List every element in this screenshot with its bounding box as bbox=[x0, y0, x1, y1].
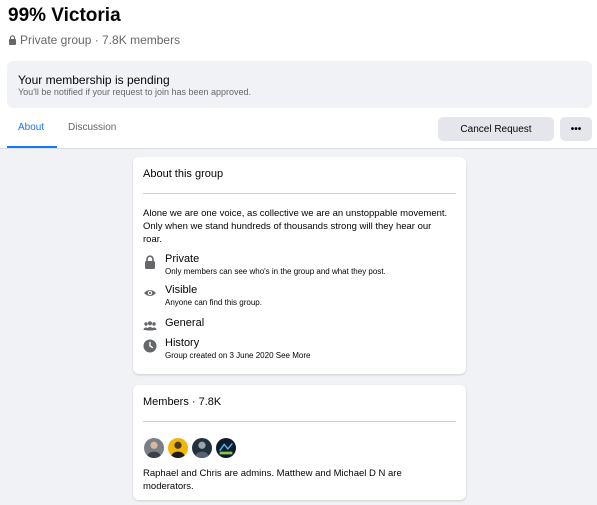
about-title: About this group bbox=[143, 168, 224, 180]
about-item-title: History bbox=[165, 337, 200, 349]
meta-separator: · bbox=[91, 33, 103, 47]
avatar[interactable] bbox=[191, 437, 213, 459]
avatar[interactable] bbox=[143, 437, 165, 459]
group-description: Alone we are one voice, as collective we… bbox=[143, 208, 448, 245]
about-divider bbox=[143, 193, 456, 194]
group-meta: Private group · 7.8K members bbox=[8, 33, 180, 47]
about-item-title: Visible bbox=[165, 284, 198, 296]
avatar[interactable] bbox=[215, 437, 237, 459]
tab-discussion[interactable]: Discussion bbox=[68, 122, 116, 133]
clock-icon bbox=[143, 339, 157, 353]
group-header: 99% Victoria Private group · 7.8K member… bbox=[0, 0, 597, 149]
about-item-title: General bbox=[165, 317, 205, 329]
pending-heading: Your membership is pending bbox=[18, 73, 170, 87]
about-item-detail[interactable]: Group created on 3 June 2020 See More bbox=[165, 351, 310, 360]
about-item-detail: Anyone can find this group. bbox=[165, 298, 262, 307]
about-card: About this group Alone we are one voice,… bbox=[133, 157, 466, 374]
lock-icon bbox=[9, 35, 16, 45]
membership-pending-banner: Your membership is pending You'll be not… bbox=[7, 61, 592, 108]
pending-subtext: You'll be notified if your request to jo… bbox=[18, 87, 252, 97]
more-options-button[interactable]: ••• bbox=[560, 117, 592, 141]
about-item-detail: Only members can see who's in the group … bbox=[165, 267, 386, 276]
group-member-count: 7.8K members bbox=[102, 33, 181, 47]
members-divider bbox=[143, 421, 456, 422]
admins-description: Raphael and Chris are admins. Matthew an… bbox=[143, 468, 402, 492]
tab-about[interactable]: About bbox=[18, 122, 44, 133]
cancel-request-button[interactable]: Cancel Request bbox=[438, 117, 554, 141]
avatar[interactable] bbox=[167, 437, 189, 459]
group-privacy: Private group bbox=[20, 33, 92, 47]
lock-icon bbox=[145, 255, 155, 269]
people-icon bbox=[143, 321, 157, 331]
eye-icon bbox=[144, 290, 156, 296]
members-card: Members · 7.8K Raphael and Chris are adm… bbox=[133, 385, 466, 500]
members-title: Members · 7.8K bbox=[143, 396, 222, 408]
header-divider bbox=[0, 148, 597, 149]
more-icon: ••• bbox=[570, 123, 582, 135]
about-item-title: Private bbox=[165, 253, 200, 265]
group-name: 99% Victoria bbox=[8, 5, 121, 26]
